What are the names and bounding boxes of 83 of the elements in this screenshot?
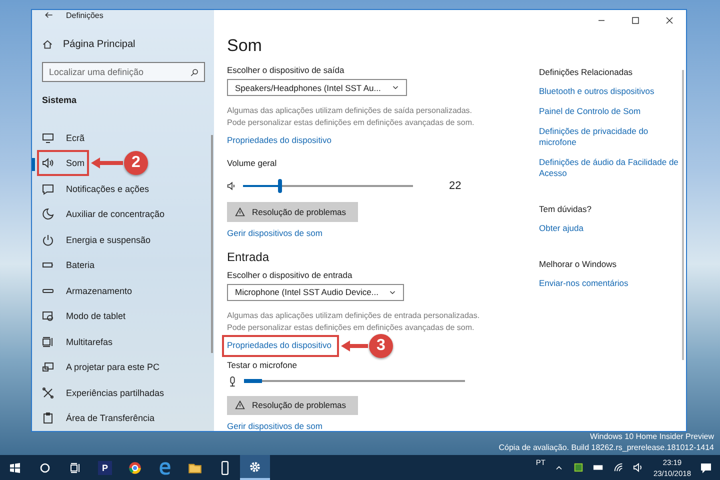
- maximize-icon: [630, 16, 640, 24]
- section-heading: Entrada: [227, 250, 270, 264]
- link[interactable]: Propriedades do dispositivo: [227, 135, 332, 146]
- help-text: Algumas das aplicações utilizam definições de entrada personalizadas. Pode personalizar estas definições em definições avançadas de som.: [227, 310, 481, 334]
- monitor-icon: [42, 132, 54, 144]
- volume-value: 22: [449, 180, 462, 192]
- link[interactable]: Gerir dispositivos de som: [227, 421, 322, 431]
- app-icon: P: [98, 460, 112, 474]
- window-title: Definições: [66, 10, 104, 20]
- app-tray-icon: [573, 462, 584, 473]
- share-icon: [42, 386, 54, 399]
- sidebar-item[interactable]: Auxiliar de concentração: [32, 202, 214, 227]
- search-field[interactable]: Localizar uma definição: [42, 62, 205, 82]
- output-device-dropdown[interactable]: Speakers/Headphones (Intel SST Au...: [227, 79, 407, 96]
- highlight-box: [37, 150, 89, 176]
- arrow: [91, 157, 123, 169]
- warning-icon: [235, 206, 245, 217]
- troubleshoot-button[interactable]: Resolução de problemas: [227, 202, 358, 222]
- link[interactable]: Painel de Controlo de Som: [539, 106, 679, 117]
- clipboard-icon: [42, 412, 54, 424]
- field-label: Testar o microfone: [227, 360, 297, 370]
- back-arrow-icon: [44, 10, 54, 20]
- volume-slider[interactable]: [243, 179, 413, 194]
- sidebar-item[interactable]: Ecrã: [32, 125, 214, 150]
- sidebar-item[interactable]: Área de Transferência: [32, 406, 214, 431]
- arrow: [341, 340, 368, 352]
- sidebar-item[interactable]: Energia e suspensão: [32, 227, 214, 252]
- field-label: Escolher o dispositivo de entrada: [227, 270, 352, 280]
- projector-icon: [42, 361, 54, 374]
- sidebar-item[interactable]: Armazenamento: [32, 278, 214, 304]
- edge-icon: [158, 460, 172, 474]
- taskbar-app[interactable]: P: [90, 455, 120, 480]
- battery-icon: [593, 462, 604, 473]
- group-heading: Tem dúvidas?: [539, 204, 592, 214]
- input-device-dropdown[interactable]: Microphone (Intel SST Audio Device...: [227, 284, 404, 301]
- message-icon: [42, 182, 54, 195]
- sidebar-item[interactable]: Notificações e ações: [32, 176, 214, 202]
- home-icon: [42, 39, 53, 50]
- gear-icon: [248, 460, 262, 474]
- troubleshoot-button[interactable]: Resolução de problemas: [227, 396, 358, 415]
- link[interactable]: Gerir dispositivos de som: [227, 228, 322, 238]
- link[interactable]: Definições de privacidade do microfone: [539, 126, 679, 148]
- multitask-icon: [42, 336, 54, 348]
- group-heading: Melhorar o Windows: [539, 259, 618, 269]
- tablet-icon: [42, 310, 54, 322]
- windows-logo-icon: [9, 462, 21, 474]
- sidebar-item[interactable]: Experiências partilhadas: [32, 380, 214, 406]
- sidebar-item[interactable]: Modo de tablet: [32, 304, 214, 329]
- close-icon: [664, 16, 674, 24]
- link[interactable]: Obter ajuda: [539, 223, 679, 234]
- link[interactable]: Definições de áudio da Facilidade de Acesso: [539, 157, 679, 179]
- task-view-icon: [69, 462, 81, 474]
- wifi-icon: [613, 462, 624, 473]
- search-icon: [190, 68, 199, 77]
- home-link[interactable]: Página Principal: [42, 39, 214, 50]
- notifications-icon: [700, 462, 712, 474]
- link[interactable]: Enviar-nos comentários: [539, 278, 679, 289]
- desktop-notice: Cópia de avaliação. Build 18262.rs_prerelease.181012-1414: [498, 442, 714, 453]
- sidebar-item[interactable]: A projetar para este PC: [32, 354, 214, 380]
- warning-icon: [235, 400, 245, 410]
- power-icon: [42, 234, 54, 246]
- browser-icon: [128, 460, 142, 474]
- speaker-icon: [633, 462, 644, 473]
- speaker-icon: [42, 157, 54, 170]
- page-title: Som: [227, 36, 262, 56]
- sidebar-item[interactable]: Multitarefas: [32, 329, 214, 354]
- scrollbar[interactable]: [682, 70, 684, 360]
- field-label: Volume geral: [227, 158, 277, 168]
- speaker-icon: [227, 181, 237, 192]
- sidebar-item[interactable]: Bateria: [32, 252, 214, 278]
- scrollbar[interactable]: [211, 135, 213, 353]
- help-text: Algumas das aplicações utilizam definições de saída personalizadas. Pode personalizar estas definições em definições avançadas de som.: [227, 105, 476, 130]
- slider-thumb[interactable]: [278, 179, 282, 194]
- field-label: Escolher o dispositivo de saída: [227, 65, 344, 75]
- desktop-notice: Windows 10 Home Insider Preview: [588, 431, 714, 442]
- section-heading: Sistema: [42, 95, 78, 105]
- search-circle-icon: [39, 462, 51, 474]
- group-heading: Definições Relacionadas: [539, 67, 634, 77]
- moon-icon: [42, 208, 54, 220]
- taskbar-app[interactable]: [240, 455, 270, 480]
- microphone-icon: [227, 376, 238, 387]
- link[interactable]: Propriedades do dispositivo: [227, 340, 332, 350]
- link[interactable]: Bluetooth e outros dispositivos: [539, 86, 679, 97]
